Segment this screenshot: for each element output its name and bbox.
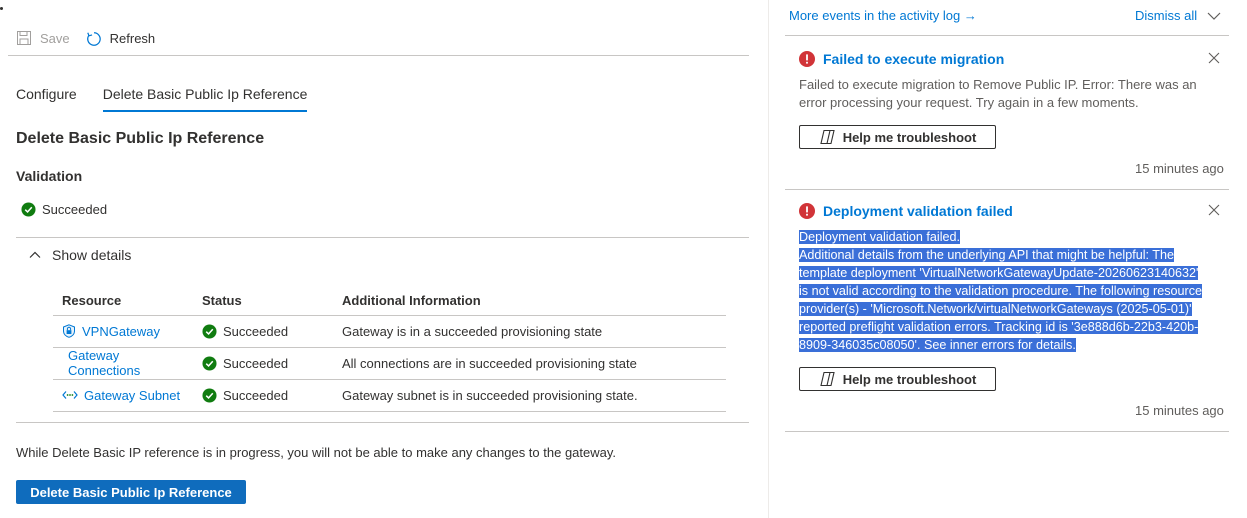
status-text: Succeeded — [223, 355, 289, 371]
success-check-icon — [202, 355, 217, 371]
close-icon[interactable] — [1208, 204, 1220, 216]
column-header-status: Status — [193, 286, 333, 316]
validation-status: Succeeded — [21, 202, 107, 217]
notification-title[interactable]: Deployment validation failed — [823, 203, 1013, 219]
message-line: template deployment 'VirtualNetworkGatew… — [799, 266, 1199, 280]
column-header-additional-information: Additional Information — [333, 286, 726, 316]
notification-divider — [785, 431, 1229, 432]
success-check-icon — [21, 202, 36, 217]
chevron-up-icon — [29, 249, 41, 261]
notification-title[interactable]: Failed to execute migration — [823, 51, 1004, 67]
success-check-icon — [202, 387, 217, 403]
delete-basic-public-ip-reference-button[interactable]: Delete Basic Public Ip Reference — [16, 480, 246, 504]
message-line: reported preflight validation errors. Tr… — [799, 320, 1199, 334]
additional-info-cell: Gateway subnet is in succeeded provision… — [333, 379, 726, 412]
table-header-row: Resource Status Additional Information — [53, 286, 726, 316]
help-button-label: Help me troubleshoot — [842, 371, 977, 387]
copilot-icon — [819, 129, 837, 145]
notification-divider — [785, 35, 1229, 36]
notification-timestamp: 15 minutes ago — [1135, 161, 1224, 176]
validation-details-table: Resource Status Additional Information V… — [53, 286, 726, 412]
notification-message-selected: Deployment validation failed. Additional… — [799, 228, 1223, 354]
message-line: Additional details from the underlying A… — [799, 248, 1175, 262]
error-icon — [799, 203, 815, 219]
message-line: 8909-346035c08050'. See inner errors for… — [799, 338, 1076, 352]
save-button[interactable]: Save — [16, 30, 70, 46]
toolbar-divider — [8, 55, 749, 56]
additional-info-cell: Gateway is in a succeeded provisioning s… — [333, 315, 726, 348]
save-icon — [16, 30, 32, 46]
success-check-icon — [202, 323, 217, 339]
dismiss-all-label: Dismiss all — [1135, 8, 1198, 23]
stray-dot — [0, 7, 3, 10]
subnet-icon — [62, 388, 78, 402]
notification-message: Failed to execute migration to Remove Pu… — [799, 77, 1197, 110]
message-line: Deployment validation failed. — [799, 230, 961, 244]
help-me-troubleshoot-button[interactable]: Help me troubleshoot — [799, 367, 996, 391]
resource-cell: Gateway Connections — [62, 348, 193, 378]
resource-cell: Gateway Subnet — [62, 388, 193, 403]
page-title: Delete Basic Public Ip Reference — [16, 130, 265, 147]
additional-info-cell: All connections are in succeeded provisi… — [333, 347, 726, 380]
refresh-icon — [86, 30, 102, 46]
tab-delete-basic-public-ip-reference[interactable]: Delete Basic Public Ip Reference — [102, 86, 308, 112]
status-text: Succeeded — [223, 323, 289, 339]
table-row: Gateway Connections Succeeded All connec… — [53, 347, 726, 380]
notification-item: Deployment validation failed Deployment … — [799, 202, 1227, 418]
refresh-button[interactable]: Refresh — [86, 30, 156, 46]
tab-configure[interactable]: Configure — [16, 86, 77, 112]
resource-cell: VPNGateway — [62, 324, 193, 339]
notification-header: Deployment validation failed — [799, 202, 1227, 220]
section-divider — [16, 237, 749, 238]
validation-status-text: Succeeded — [42, 202, 108, 217]
section-divider — [16, 422, 749, 423]
vpn-gateway-icon — [62, 324, 76, 338]
dismiss-all-button[interactable]: Dismiss all — [1135, 8, 1221, 23]
message-line: is not valid according to the validation… — [799, 284, 1202, 298]
notifications-pane: More events in the activity log → Dismis… — [769, 0, 1247, 518]
validation-heading: Validation — [16, 168, 83, 184]
command-bar: Save Refresh — [16, 27, 155, 49]
table-row: Gateway Subnet Succeeded Gateway subnet … — [53, 379, 726, 412]
activity-log-link[interactable]: More events in the activity log → — [789, 8, 977, 23]
notification-header: Failed to execute migration — [799, 50, 1227, 68]
notification-item: Failed to execute migration Failed to ex… — [799, 50, 1227, 176]
refresh-label: Refresh — [109, 30, 156, 46]
notification-divider — [785, 189, 1229, 190]
blade-content: Save Refresh Configure Delete Basic Publ… — [0, 0, 768, 518]
status-cell: Succeeded — [202, 388, 333, 403]
resource-link-gateway-connections[interactable]: Gateway Connections — [68, 348, 193, 378]
status-cell: Succeeded — [202, 356, 333, 371]
resource-link-vpngateway[interactable]: VPNGateway — [82, 324, 160, 339]
show-details-label: Show details — [52, 247, 132, 263]
help-button-label: Help me troubleshoot — [842, 129, 977, 145]
help-me-troubleshoot-button[interactable]: Help me troubleshoot — [799, 125, 996, 149]
status-cell: Succeeded — [202, 324, 333, 339]
in-progress-note: While Delete Basic IP reference is in pr… — [16, 445, 617, 460]
status-text: Succeeded — [223, 387, 289, 403]
table-row: VPNGateway Succeeded Gateway is in a suc… — [53, 315, 726, 348]
error-icon — [799, 51, 815, 67]
tab-bar: Configure Delete Basic Public Ip Referen… — [16, 86, 333, 112]
column-header-resource: Resource — [53, 286, 193, 316]
notification-timestamp: 15 minutes ago — [1135, 403, 1224, 418]
resource-link-gateway-subnet[interactable]: Gateway Subnet — [84, 388, 180, 403]
show-details-toggle[interactable]: Show details — [29, 247, 131, 263]
chevron-down-icon — [1207, 11, 1221, 21]
message-line: provider(s) - 'Microsoft.Network/virtual… — [799, 302, 1192, 316]
copilot-icon — [819, 371, 837, 387]
save-label: Save — [40, 30, 70, 46]
close-icon[interactable] — [1208, 52, 1220, 64]
